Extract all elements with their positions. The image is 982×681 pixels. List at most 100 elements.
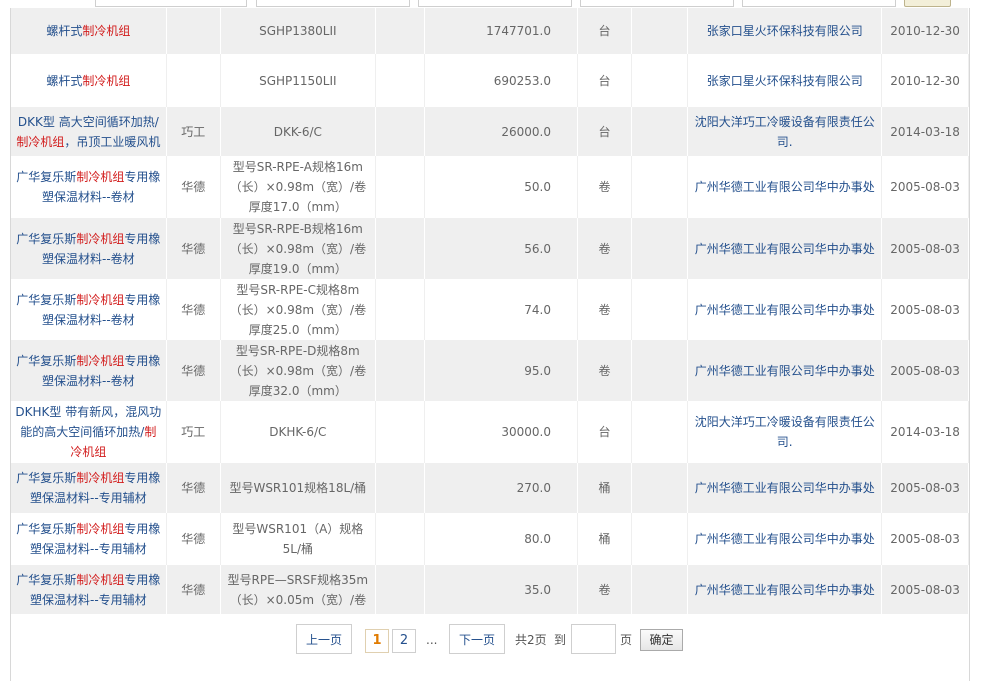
company-link[interactable]: 广州华德工业有限公司华中办事处 bbox=[695, 180, 875, 194]
product-name-link[interactable]: 广华复乐斯制冷机组专用橡塑保温材料--卷材 bbox=[16, 232, 160, 266]
spacer-cell bbox=[631, 54, 689, 107]
results-table: 螺杆式制冷机组 SGHP1380LII 1747701.0 台张家口星火环保科技有限公… bbox=[11, 8, 969, 614]
next-page-button[interactable]: 下一页 bbox=[449, 624, 505, 654]
product-name-highlight: 制冷机组 bbox=[76, 353, 125, 368]
company-link[interactable]: 沈阳大洋巧工冷暖设备有限责任公司. bbox=[695, 415, 875, 449]
empty-cell bbox=[375, 463, 425, 513]
spacer-cell bbox=[631, 340, 689, 401]
unit-cell: 卷 bbox=[577, 340, 633, 401]
brand-cell: 华德 bbox=[166, 279, 221, 340]
page-2-button[interactable]: 2 bbox=[392, 629, 416, 653]
price-cell: 50.0 bbox=[424, 156, 579, 218]
brand-cell: 华德 bbox=[166, 156, 221, 218]
product-name-cell: 广华复乐斯制冷机组专用橡塑保温材料--卷材 bbox=[11, 218, 167, 279]
product-name-link[interactable]: 广华复乐斯制冷机组专用橡塑保温材料--卷材 bbox=[16, 293, 160, 327]
product-name-cell: DKHK型 带有新风，混风功能的高大空间循环加热/制冷机组 bbox=[11, 401, 167, 463]
product-name-prefix: 广华复乐斯 bbox=[16, 572, 77, 587]
product-name-link[interactable]: 广华复乐斯制冷机组专用橡塑保温材料--卷材 bbox=[16, 170, 160, 204]
product-name-prefix: 广华复乐斯 bbox=[16, 292, 77, 307]
company-cell: 张家口星火环保科技有限公司 bbox=[687, 54, 883, 107]
spec-cell: SGHP1150LII bbox=[220, 54, 376, 107]
spec-cell: 型号WSR101规格18L/桶 bbox=[220, 463, 376, 513]
spacer-cell bbox=[631, 565, 689, 614]
company-link[interactable]: 广州华德工业有限公司华中办事处 bbox=[695, 242, 875, 256]
unit-cell: 卷 bbox=[577, 218, 633, 279]
empty-cell bbox=[375, 54, 425, 107]
company-link[interactable]: 广州华德工业有限公司华中办事处 bbox=[695, 532, 875, 546]
company-link[interactable]: 沈阳大洋巧工冷暖设备有限责任公司. bbox=[695, 115, 875, 149]
product-name-link[interactable]: DKHK型 带有新风，混风功能的高大空间循环加热/制冷机组 bbox=[15, 405, 161, 459]
spec-cell: 型号SR-RPE-C规格8m（长）×0.98m（宽）/卷厚度25.0（mm） bbox=[220, 279, 376, 340]
search-filter-bar bbox=[0, 0, 982, 8]
empty-cell bbox=[375, 401, 425, 463]
date-cell: 2014-03-18 bbox=[881, 107, 969, 156]
date-cell: 2005-08-03 bbox=[881, 463, 969, 513]
spec-cell: 型号SR-RPE-A规格16m（长）×0.98m（宽）/卷厚度17.0（mm） bbox=[220, 156, 376, 218]
product-name-prefix: 螺杆式 bbox=[46, 24, 83, 38]
filter-input-5[interactable] bbox=[742, 0, 896, 7]
brand-cell: 华德 bbox=[166, 218, 221, 279]
product-name-link[interactable]: 广华复乐斯制冷机组专用橡塑保温材料--专用辅材 bbox=[16, 522, 160, 556]
goto-page-input[interactable] bbox=[571, 624, 616, 654]
product-name-highlight: 制冷机组 bbox=[76, 292, 125, 307]
date-cell: 2010-12-30 bbox=[881, 54, 969, 107]
price-cell: 35.0 bbox=[424, 565, 579, 614]
company-cell: 广州华德工业有限公司华中办事处 bbox=[687, 340, 883, 401]
search-button[interactable] bbox=[904, 0, 951, 7]
product-name-link[interactable]: 螺杆式制冷机组 bbox=[46, 74, 130, 88]
price-cell: 80.0 bbox=[424, 513, 579, 565]
company-link[interactable]: 张家口星火环保科技有限公司 bbox=[707, 74, 863, 88]
product-name-prefix: 螺杆式 bbox=[46, 73, 83, 88]
brand-cell: 华德 bbox=[166, 340, 221, 401]
brand-cell: 华德 bbox=[166, 463, 221, 513]
company-link[interactable]: 广州华德工业有限公司华中办事处 bbox=[695, 583, 875, 597]
company-cell: 广州华德工业有限公司华中办事处 bbox=[687, 463, 883, 513]
filter-input-3[interactable] bbox=[418, 0, 572, 7]
product-name-link[interactable]: 螺杆式制冷机组 bbox=[46, 24, 130, 38]
company-link[interactable]: 广州华德工业有限公司华中办事处 bbox=[695, 303, 875, 317]
table-row: 广华复乐斯制冷机组专用橡塑保温材料--专用辅材 华德 型号RPE—SRSF规格35m… bbox=[11, 565, 969, 614]
product-name-highlight: 制冷机组 bbox=[76, 572, 125, 587]
spec-cell: 型号WSR101（A）规格5L/桶 bbox=[220, 513, 376, 565]
price-cell: 1747701.0 bbox=[424, 8, 579, 54]
product-name-link[interactable]: DKK型 高大空间循环加热/制冷机组，吊顶工业暖风机 bbox=[16, 115, 160, 149]
date-cell: 2014-03-18 bbox=[881, 401, 969, 463]
product-name-link[interactable]: 广华复乐斯制冷机组专用橡塑保温材料--专用辅材 bbox=[16, 471, 160, 505]
spacer-cell bbox=[631, 401, 689, 463]
filter-input-1[interactable] bbox=[95, 0, 247, 7]
product-name-link[interactable]: 广华复乐斯制冷机组专用橡塑保温材料--卷材 bbox=[16, 354, 160, 388]
prev-page-button[interactable]: 上一页 bbox=[296, 624, 352, 654]
date-cell: 2005-08-03 bbox=[881, 340, 969, 401]
price-cell: 270.0 bbox=[424, 463, 579, 513]
spec-cell: 型号SR-RPE-D规格8m（长）×0.98m（宽）/卷厚度32.0（mm） bbox=[220, 340, 376, 401]
unit-cell: 桶 bbox=[577, 463, 633, 513]
table-row: 广华复乐斯制冷机组专用橡塑保温材料--卷材 华德 型号SR-RPE-B规格16m（长… bbox=[11, 218, 969, 279]
confirm-goto-button[interactable]: 确定 bbox=[640, 629, 683, 651]
price-cell: 95.0 bbox=[424, 340, 579, 401]
spec-cell: DKHK-6/C bbox=[220, 401, 376, 463]
product-name-cell: 螺杆式制冷机组 bbox=[11, 8, 167, 54]
company-cell: 广州华德工业有限公司华中办事处 bbox=[687, 513, 883, 565]
spacer-cell bbox=[631, 279, 689, 340]
company-link[interactable]: 广州华德工业有限公司华中办事处 bbox=[695, 364, 875, 378]
price-cell: 56.0 bbox=[424, 218, 579, 279]
product-name-cell: 广华复乐斯制冷机组专用橡塑保温材料--专用辅材 bbox=[11, 463, 167, 513]
date-cell: 2005-08-03 bbox=[881, 565, 969, 614]
product-name-highlight: 制冷机组 bbox=[16, 134, 65, 149]
company-link[interactable]: 广州华德工业有限公司华中办事处 bbox=[695, 481, 875, 495]
spacer-cell bbox=[631, 513, 689, 565]
price-cell: 26000.0 bbox=[424, 107, 579, 156]
filter-input-4[interactable] bbox=[580, 0, 734, 7]
empty-cell bbox=[375, 565, 425, 614]
company-link[interactable]: 张家口星火环保科技有限公司 bbox=[707, 24, 863, 38]
filter-input-2[interactable] bbox=[256, 0, 410, 7]
product-name-highlight: 制冷机组 bbox=[76, 471, 125, 485]
product-name-link[interactable]: 广华复乐斯制冷机组专用橡塑保温材料--专用辅材 bbox=[16, 573, 160, 607]
company-cell: 广州华德工业有限公司华中办事处 bbox=[687, 279, 883, 340]
table-row: 广华复乐斯制冷机组专用橡塑保温材料--卷材 华德 型号SR-RPE-D规格8m（长）… bbox=[11, 340, 969, 401]
page-1-button[interactable]: 1 bbox=[365, 629, 389, 653]
product-name-prefix: 广华复乐斯 bbox=[16, 231, 77, 246]
total-pages-text: 共2页 bbox=[515, 633, 547, 647]
product-name-prefix: 广华复乐斯 bbox=[16, 471, 77, 485]
empty-cell bbox=[375, 107, 425, 156]
